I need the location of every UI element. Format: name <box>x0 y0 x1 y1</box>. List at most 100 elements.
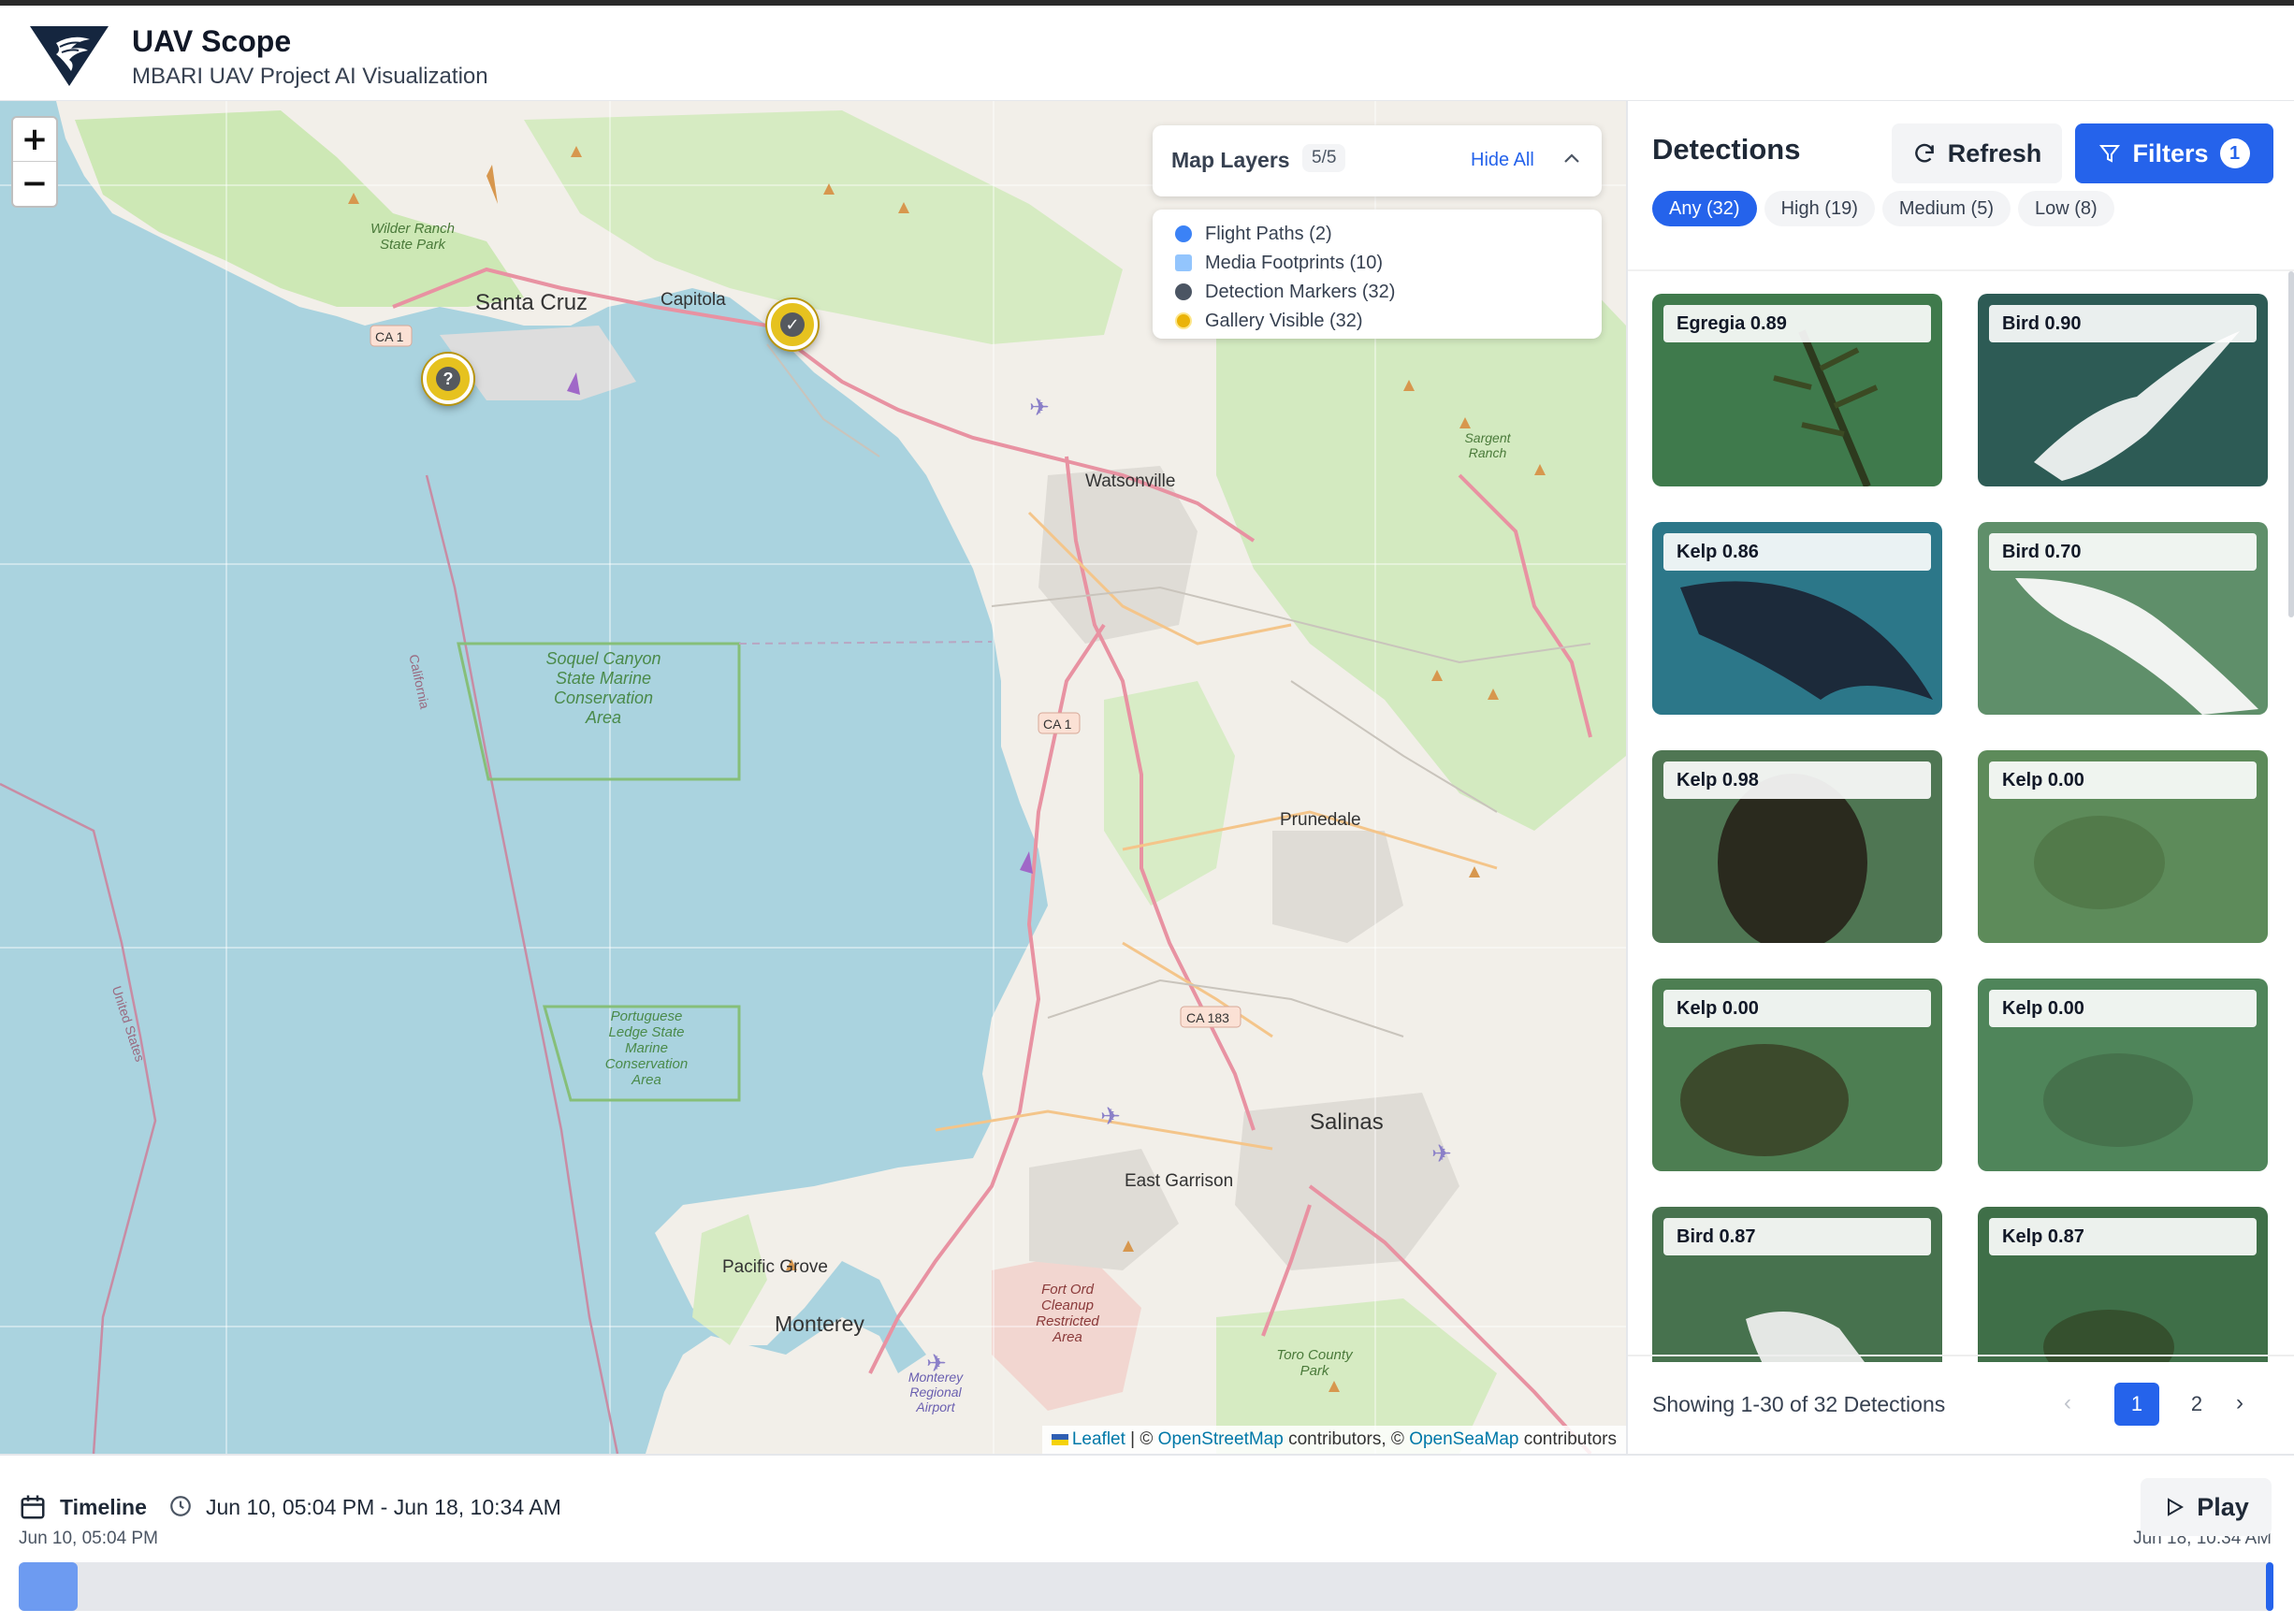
detection-card[interactable]: Kelp 0.00 <box>1652 979 1942 1171</box>
detection-card[interactable]: Bird 0.70 <box>1978 522 2268 715</box>
chip-high[interactable]: High (19) <box>1764 191 1875 226</box>
detection-label: Kelp 0.87 <box>1989 1218 2257 1255</box>
detections-title: Detections <box>1652 133 1801 166</box>
timeline-end-handle[interactable] <box>2266 1562 2273 1611</box>
svg-text:✈: ✈ <box>1029 394 1050 422</box>
place-label-prunedale: Prunedale <box>1280 810 1361 830</box>
svg-text:✈: ✈ <box>1100 1103 1121 1131</box>
clock-icon <box>170 1496 191 1516</box>
airport-label-monterey: Monterey Regional Airport <box>907 1370 964 1414</box>
layer-flight-paths[interactable]: Flight Paths (2) <box>1175 221 1602 247</box>
stingray-logo-icon <box>30 26 109 86</box>
play-icon <box>2168 1498 2185 1516</box>
page-1-button[interactable]: 1 <box>2114 1383 2159 1426</box>
chip-medium[interactable]: Medium (5) <box>1881 191 2011 226</box>
svg-text:✈: ✈ <box>1431 1140 1452 1168</box>
detection-gallery: Egregia 0.89 Bird 0.90 Kelp 0.86 Bird 0.… <box>1652 294 2279 1362</box>
highway-shield-ca183: CA 183 <box>1186 1010 1229 1025</box>
divider <box>1628 1355 2294 1356</box>
detection-marker[interactable]: ? <box>423 354 473 404</box>
map-layers-count-badge: 5/5 <box>1302 144 1346 172</box>
gray-dot-icon <box>1175 283 1192 300</box>
place-label-capitola: Capitola <box>661 290 726 310</box>
yellow-dot-icon <box>1175 312 1192 329</box>
zoom-out-button[interactable]: − <box>13 162 56 206</box>
detection-label: Kelp 0.00 <box>1989 990 2257 1027</box>
filter-icon <box>2099 145 2121 163</box>
timeline-slider[interactable] <box>19 1562 2273 1611</box>
detection-marker[interactable]: ✓ <box>767 299 818 350</box>
confidence-filter-chips: Any (32) High (19) Medium (5) Low (8) <box>1652 191 2114 226</box>
layer-gallery-visible[interactable]: Gallery Visible (32) <box>1175 308 1602 334</box>
detection-card[interactable]: Kelp 0.00 <box>1978 750 2268 943</box>
detection-card[interactable]: Bird 0.87 <box>1652 1207 1942 1362</box>
place-label-monterey: Monterey <box>775 1312 864 1336</box>
chevron-up-icon[interactable] <box>1561 148 1583 170</box>
chip-any[interactable]: Any (32) <box>1652 191 1757 226</box>
place-label-salinas: Salinas <box>1310 1109 1384 1135</box>
app-subtitle: MBARI UAV Project AI Visualization <box>132 64 488 89</box>
filters-button[interactable]: Filters 1 <box>2075 123 2273 183</box>
park-label-wilder-ranch: Wilder Ranch State Park <box>370 221 455 253</box>
app-header: UAV Scope MBARI UAV Project AI Visualiza… <box>0 6 2294 101</box>
detection-card[interactable]: Kelp 0.87 <box>1978 1207 2268 1362</box>
divider <box>1628 269 2294 271</box>
detection-card[interactable]: Egregia 0.89 <box>1652 294 1942 486</box>
refresh-label: Refresh <box>1947 138 2042 167</box>
map-layers-list: Flight Paths (2) Media Footprints (10) D… <box>1153 210 1602 339</box>
play-label: Play <box>2197 1492 2249 1521</box>
detection-label: Egregia 0.89 <box>1663 305 1931 342</box>
filters-count-badge: 1 <box>2219 138 2250 168</box>
attribution-text: contributors, © <box>1283 1429 1410 1449</box>
detections-panel: Detections Refresh Filters 1 Any (32) Hi… <box>1626 101 2294 1454</box>
calendar-icon <box>21 1495 45 1519</box>
timeline-start: Jun 10, 05:04 PM <box>19 1529 158 1548</box>
play-button[interactable]: Play <box>2141 1478 2272 1536</box>
openstreetmap-link[interactable]: OpenStreetMap <box>1158 1429 1284 1449</box>
detection-card[interactable]: Kelp 0.00 <box>1978 979 2268 1171</box>
detection-card[interactable]: Kelp 0.86 <box>1652 522 1942 715</box>
chevron-left-icon[interactable]: ‹ <box>2064 1390 2071 1416</box>
gallery-scrollbar[interactable] <box>2288 271 2294 617</box>
blue-dot-icon <box>1175 225 1192 242</box>
zoom-in-button[interactable]: + <box>13 118 56 162</box>
detection-label: Bird 0.87 <box>1663 1218 1931 1255</box>
mpa-label-soquel-canyon: Soquel Canyon State Marine Conservation … <box>545 649 661 727</box>
chip-low[interactable]: Low (8) <box>2018 191 2114 226</box>
detection-label: Bird 0.70 <box>1989 533 2257 571</box>
detection-label: Bird 0.90 <box>1989 305 2257 342</box>
place-label-pacific-grove: Pacific Grove <box>722 1257 828 1277</box>
page-2-button[interactable]: 2 <box>2174 1383 2219 1426</box>
place-label-east-garrison: East Garrison <box>1125 1171 1234 1191</box>
app-title: UAV Scope <box>132 24 292 58</box>
attribution-text: contributors <box>1518 1429 1617 1449</box>
layer-media-footprints[interactable]: Media Footprints (10) <box>1175 250 1602 276</box>
detection-label: Kelp 0.86 <box>1663 533 1931 571</box>
highway-shield-ca1: CA 1 <box>375 329 404 344</box>
pagination-summary: Showing 1-30 of 32 Detections <box>1652 1392 1946 1416</box>
map-layers-header[interactable]: Map Layers 5/5 Hide All <box>1153 125 1602 196</box>
place-label-santa-cruz: Santa Cruz <box>475 290 588 315</box>
chevron-right-icon[interactable]: › <box>2236 1390 2243 1416</box>
detection-label: Kelp 0.00 <box>1663 990 1931 1027</box>
detection-card[interactable]: Kelp 0.98 <box>1652 750 1942 943</box>
leaflet-link[interactable]: Leaflet <box>1072 1429 1125 1449</box>
refresh-button[interactable]: Refresh <box>1892 123 2062 183</box>
detection-label: Kelp 0.00 <box>1989 761 2257 799</box>
layer-label: Gallery Visible (32) <box>1205 310 1363 331</box>
map-layers-title: Map Layers <box>1171 148 1290 172</box>
ukraine-flag-icon <box>1051 1433 1068 1445</box>
layer-label: Flight Paths (2) <box>1205 223 1332 244</box>
openseamap-link[interactable]: OpenSeaMap <box>1409 1429 1518 1449</box>
highway-shield-ca1: CA 1 <box>1043 717 1072 732</box>
detection-card[interactable]: Bird 0.90 <box>1978 294 2268 486</box>
detection-label: Kelp 0.98 <box>1663 761 1931 799</box>
check-icon: ✓ <box>780 312 805 337</box>
place-label-watsonville: Watsonville <box>1085 471 1176 491</box>
timeline-progress[interactable] <box>19 1562 78 1611</box>
layer-detection-markers[interactable]: Detection Markers (32) <box>1175 279 1602 305</box>
area-label-fort-ord: Fort Ord Cleanup Restricted Area <box>1036 1282 1099 1345</box>
timeline-label: Timeline <box>60 1495 147 1519</box>
layer-label: Media Footprints (10) <box>1205 252 1384 273</box>
hide-all-button[interactable]: Hide All <box>1471 150 1534 171</box>
